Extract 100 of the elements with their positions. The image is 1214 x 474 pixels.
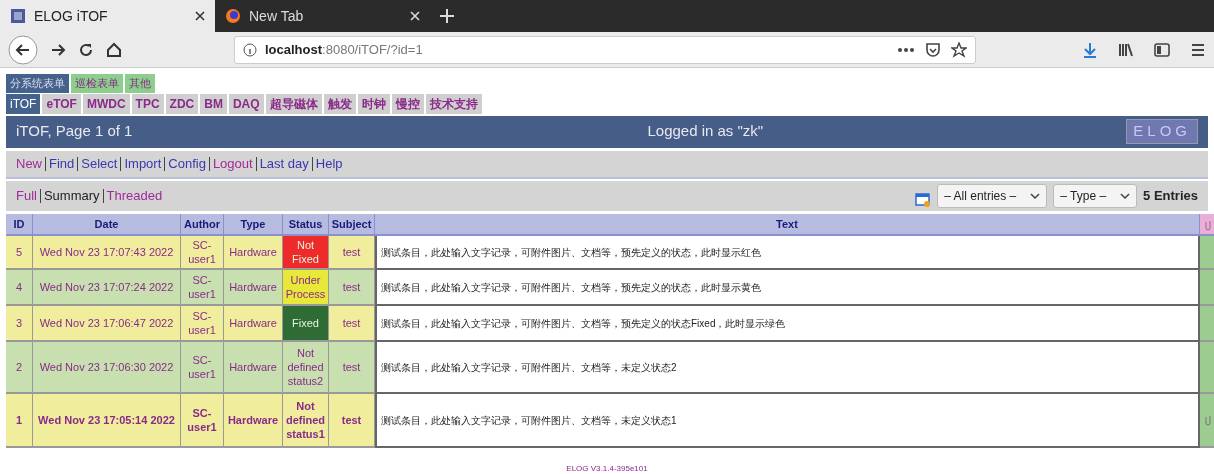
group-tab[interactable]: 其他: [125, 74, 155, 93]
sidebar-icon[interactable]: [1154, 41, 1170, 58]
browser-tab[interactable]: New Tab: [215, 0, 430, 32]
table-cell: 测试条目，此处输入文字记录，可附件图片、文档等，预先定义的状态Fixed，此时显示绿色: [375, 306, 1200, 342]
table-cell: Hardware: [224, 306, 283, 342]
logbook-tab[interactable]: 超导磁体: [265, 93, 322, 114]
url-text: localhost:8080/iTOF/?id=1: [265, 40, 423, 59]
column-header[interactable]: ID: [6, 213, 33, 236]
table-cell: SC-user1: [181, 342, 224, 394]
entry-count: 5 Entries: [1143, 186, 1198, 205]
more-icon[interactable]: [897, 46, 915, 53]
menu-link[interactable]: Select: [81, 153, 118, 174]
status-cell: Not defined status1: [283, 394, 329, 448]
table-cell: Wed Nov 23 17:06:47 2022: [33, 306, 181, 342]
logbook-tab[interactable]: ZDC: [165, 93, 199, 114]
table-cell: test: [329, 236, 375, 270]
menu-link[interactable]: Logout: [212, 153, 253, 174]
group-tab[interactable]: 巡检表单: [71, 74, 123, 93]
view-link[interactable]: Summary: [43, 185, 100, 206]
menu-link[interactable]: New: [16, 153, 42, 174]
tab-title: ELOG iTOF: [34, 6, 108, 26]
logbook-tab[interactable]: iTOF: [6, 93, 41, 114]
table-cell: Wed Nov 23 17:06:30 2022: [33, 342, 181, 394]
reload-icon[interactable]: [78, 41, 94, 58]
logbook-tab[interactable]: 时钟: [357, 93, 390, 114]
table-cell: 测试条目，此处输入文字记录，可附件图片、文档等，未定义状态1: [375, 394, 1200, 448]
filter-dropdown[interactable]: – Type –: [1053, 183, 1138, 208]
table-cell: test: [329, 394, 375, 448]
menu-link[interactable]: Import: [124, 153, 162, 174]
page-title: iTOF, Page 1 of 1: [16, 121, 133, 142]
table-cell: 测试条目，此处输入文字记录，可附件图片、文档等，预先定义的状态，此时显示红色: [375, 236, 1200, 270]
menu-link[interactable]: Help: [315, 153, 343, 174]
browser-tab[interactable]: ELOG iTOF: [0, 0, 215, 32]
status-cell: Not defined status2: [283, 342, 329, 394]
filter-dropdown[interactable]: – All entries –: [937, 183, 1048, 208]
table-cell: SC-user1: [181, 236, 224, 270]
logbook-tab[interactable]: 触发: [323, 93, 356, 114]
table-cell: test: [329, 270, 375, 306]
table-cell: Hardware: [224, 236, 283, 270]
paperclip-icon: [1203, 218, 1212, 231]
caret-icon: [1120, 192, 1131, 199]
login-status: Logged in as "zk": [647, 121, 764, 142]
table-cell: 5: [6, 236, 33, 270]
menu-link[interactable]: Find: [49, 153, 75, 174]
logbook-tab[interactable]: BM: [200, 93, 227, 114]
download-icon[interactable]: [1082, 41, 1098, 58]
forward-icon[interactable]: [50, 41, 66, 58]
view-link[interactable]: Threaded: [106, 185, 163, 206]
close-icon[interactable]: [195, 11, 205, 21]
table-cell: Hardware: [224, 394, 283, 448]
table-cell: SC-user1: [181, 306, 224, 342]
table-cell: Wed Nov 23 17:07:24 2022: [33, 270, 181, 306]
menu-link[interactable]: Config: [168, 153, 206, 174]
back-icon[interactable]: [8, 34, 38, 65]
column-header[interactable]: Date: [33, 213, 181, 236]
column-header[interactable]: Subject: [329, 213, 375, 236]
home-icon[interactable]: [106, 41, 122, 58]
new-tab-icon[interactable]: [440, 9, 454, 23]
table-cell: 测试条目，此处输入文字记录，可附件图片、文档等，预先定义的状态，此时显示黄色: [375, 270, 1200, 306]
status-cell: Under Process: [283, 270, 329, 306]
logbook-tab[interactable]: 技术支持: [425, 93, 482, 114]
logbook-tab[interactable]: eTOF: [42, 93, 81, 114]
logbook-tab[interactable]: DAQ: [228, 93, 264, 114]
table-cell: 4: [6, 270, 33, 306]
info-icon: [243, 42, 257, 57]
column-header[interactable]: Text: [375, 213, 1200, 236]
table-cell: test: [329, 342, 375, 394]
page-icon: [10, 8, 26, 24]
status-cell: Not Fixed: [283, 236, 329, 270]
table-cell: Hardware: [224, 270, 283, 306]
pocket-icon[interactable]: [925, 41, 941, 58]
menu-link[interactable]: Last day: [259, 153, 309, 174]
address-bar[interactable]: localhost:8080/iTOF/?id=1: [234, 35, 976, 64]
table-cell: Wed Nov 23 17:05:14 2022: [33, 394, 181, 448]
status-cell: Fixed: [283, 306, 329, 342]
column-header[interactable]: Status: [283, 213, 329, 236]
table-cell: test: [329, 306, 375, 342]
caret-icon: [1030, 192, 1041, 199]
logbook-tab[interactable]: MWDC: [82, 93, 130, 114]
table-cell: SC-user1: [181, 394, 224, 448]
star-icon[interactable]: [951, 41, 967, 58]
column-header[interactable]: Author: [181, 213, 224, 236]
logbook-tab[interactable]: TPC: [131, 93, 164, 114]
menu-icon[interactable]: [1190, 41, 1206, 58]
library-icon[interactable]: [1118, 41, 1134, 58]
table-cell: Wed Nov 23 17:07:43 2022: [33, 236, 181, 270]
tab-title: New Tab: [249, 6, 304, 26]
table-cell: Hardware: [224, 342, 283, 394]
table-cell: 2: [6, 342, 33, 394]
table-cell: SC-user1: [181, 270, 224, 306]
column-header[interactable]: Type: [224, 213, 283, 236]
logbook-tab[interactable]: 慢控: [391, 93, 424, 114]
calendar-icon[interactable]: [915, 190, 932, 207]
table-cell: 1: [6, 394, 33, 448]
table-cell: 测试条目，此处输入文字记录，可附件图片、文档等，未定义状态2: [375, 342, 1200, 394]
view-link[interactable]: Full: [16, 185, 37, 206]
group-tab[interactable]: 分系统表单: [6, 74, 69, 93]
version-text: ELOG V3.1.4-395e101: [566, 464, 648, 473]
table-cell: 3: [6, 306, 33, 342]
paperclip-icon[interactable]: [1203, 414, 1212, 426]
